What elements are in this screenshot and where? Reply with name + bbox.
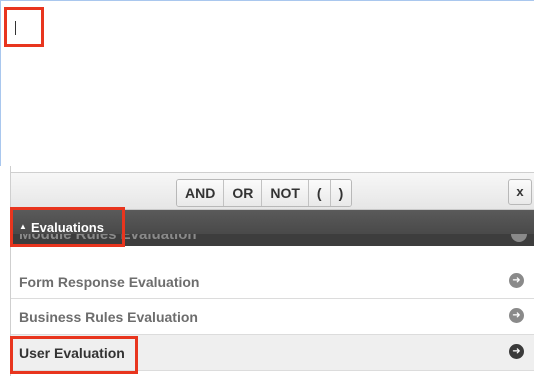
evaluation-item-form-response[interactable]: Form Response Evaluation ➜ <box>11 264 534 299</box>
highlight-box-user-evaluation <box>10 336 138 374</box>
circle-chevron-right-icon: ➜ <box>509 308 524 323</box>
not-button[interactable]: NOT <box>262 180 309 206</box>
highlight-box-cursor <box>4 7 44 47</box>
operator-toolbar: AND OR NOT ( ) x <box>11 172 534 210</box>
evaluation-item-business-rules[interactable]: Business Rules Evaluation ➜ <box>11 299 534 335</box>
circle-chevron-right-icon: ➜ <box>509 344 524 359</box>
close-paren-button[interactable]: ) <box>330 180 352 206</box>
expression-editor[interactable] <box>0 0 534 166</box>
circle-chevron-right-icon <box>511 234 527 242</box>
or-button[interactable]: OR <box>224 180 263 206</box>
list-item-label: Form Response Evaluation <box>19 274 200 290</box>
open-paren-button[interactable]: ( <box>308 180 331 206</box>
circle-chevron-right-icon: ➜ <box>509 273 524 288</box>
highlight-box-evaluations <box>10 207 125 247</box>
operator-button-group: AND OR NOT ( ) <box>176 179 353 207</box>
clear-button[interactable]: x <box>508 179 532 205</box>
list-item-label: Business Rules Evaluation <box>19 309 198 325</box>
and-button[interactable]: AND <box>177 180 225 206</box>
